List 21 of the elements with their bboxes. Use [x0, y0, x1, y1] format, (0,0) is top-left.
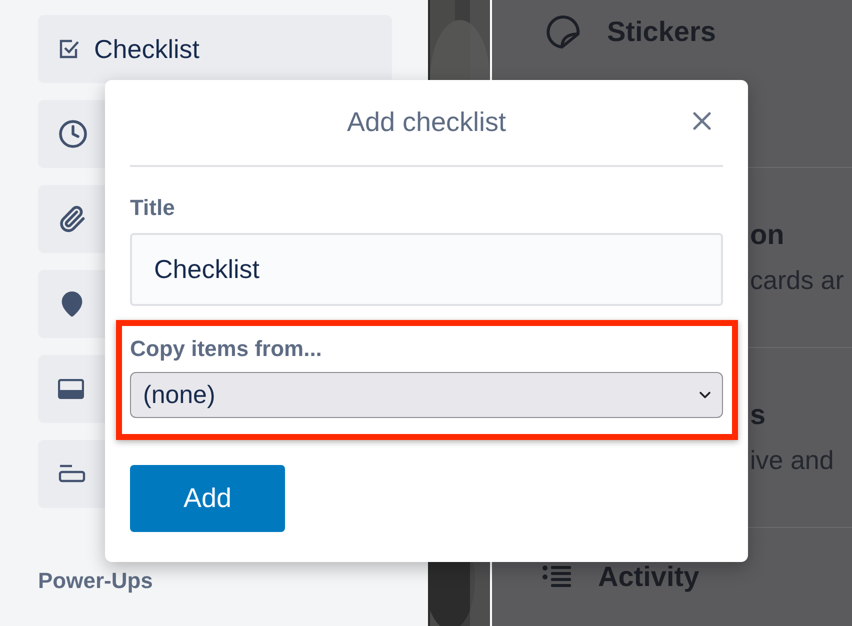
- panel-item-description: cards ar: [750, 265, 845, 296]
- panel-item-title: Activity: [598, 561, 700, 593]
- list-icon: [542, 565, 572, 589]
- clock-icon: [58, 119, 88, 149]
- input-field[interactable]: Checklist: [130, 233, 723, 306]
- field-label: Copy items from...: [130, 336, 323, 362]
- bars-icon: [58, 464, 86, 484]
- panel-item-title: s: [750, 399, 767, 431]
- add-button[interactable]: Add: [130, 465, 285, 532]
- card-icon: [58, 379, 84, 399]
- checkbox-icon: [58, 38, 80, 60]
- dialog-title: Add checklist: [346, 107, 506, 138]
- panel-item-title: Stickers: [607, 16, 716, 48]
- paperclip-icon: [58, 205, 86, 233]
- section-heading: Power-Ups: [38, 568, 154, 594]
- panel-item-title: on: [750, 219, 786, 251]
- sticker-icon: [545, 14, 581, 50]
- sidebar-button[interactable]: Checklist: [38, 15, 392, 83]
- select-field[interactable]: (none): [130, 372, 723, 418]
- panel-item-description: ive and: [750, 445, 835, 476]
- field-label: Title: [130, 195, 176, 221]
